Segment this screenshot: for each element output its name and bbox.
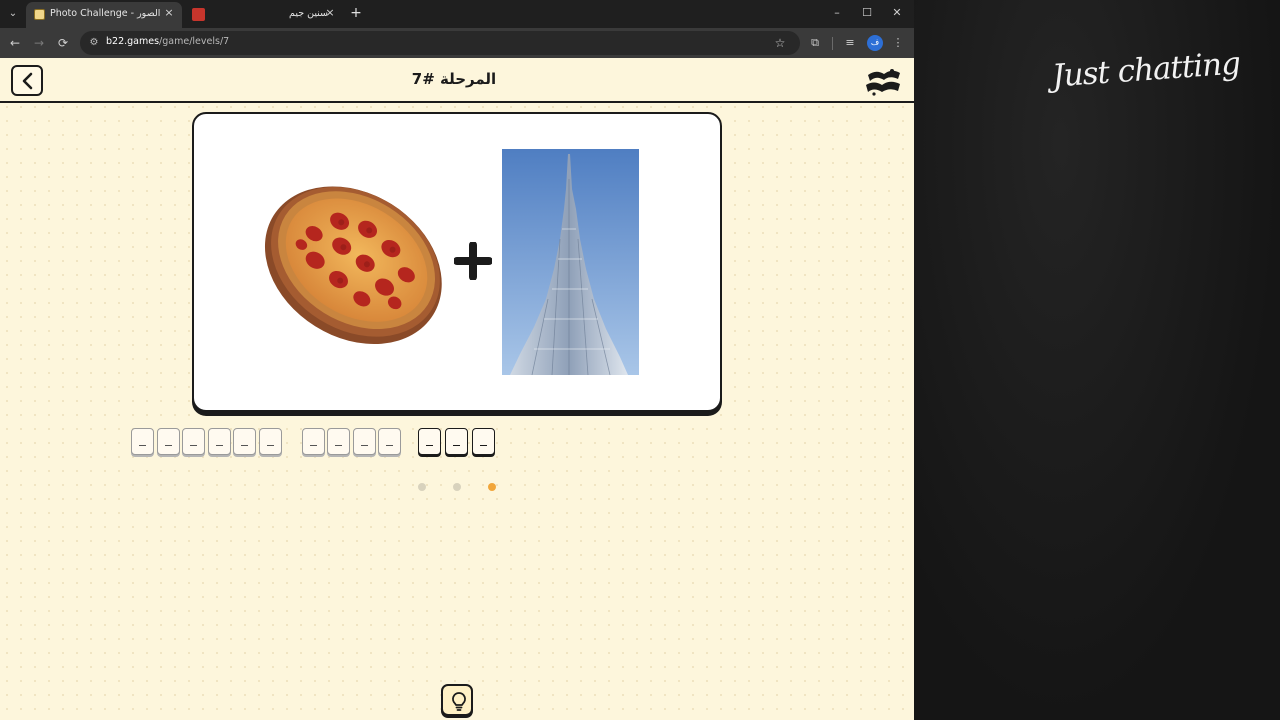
letter-slot[interactable]	[353, 428, 376, 455]
letter-slot[interactable]	[182, 428, 205, 455]
window-close-icon[interactable]: ✕	[886, 4, 908, 22]
letter-slot[interactable]	[472, 428, 495, 455]
letter-slot[interactable]	[208, 428, 231, 455]
back-button[interactable]	[11, 65, 43, 96]
letter-slot[interactable]	[378, 428, 401, 455]
letter-slot[interactable]	[259, 428, 282, 455]
tab-search-chevron-icon[interactable]: ⌄	[4, 5, 22, 23]
plus-icon	[454, 242, 492, 280]
extensions-icon[interactable]: ⧉	[806, 34, 824, 52]
site-info-icon[interactable]: ⚙	[87, 36, 101, 50]
clue-card	[192, 112, 722, 412]
address-bar[interactable]: ⚙ b22.games/game/levels/7 ☆	[80, 31, 800, 55]
browser-toolbar: ← → ⟳ ⚙ b22.games/game/levels/7 ☆ ⧉ ≡ ف …	[0, 28, 914, 58]
browser-menu-icon[interactable]: ⋮	[889, 34, 907, 52]
just-chatting-label: Just chatting	[1050, 45, 1242, 95]
letter-slot[interactable]	[233, 428, 256, 455]
burj-khalifa-image	[502, 149, 639, 375]
minimize-icon[interactable]: –	[826, 4, 848, 22]
tab-photo-challenge[interactable]: Photo Challenge - تحدي الصور ×	[26, 2, 182, 28]
progress-dot-current	[488, 483, 496, 491]
toolbar-separator	[832, 37, 833, 50]
favicon-icon	[34, 9, 45, 20]
tab-sneen-game[interactable]: سنين جيم ×	[184, 2, 344, 28]
game-page: المرحلة #7	[0, 58, 914, 720]
game-logo[interactable]	[862, 65, 904, 97]
letter-slot[interactable]	[157, 428, 180, 455]
tab-title: سنين جيم	[289, 8, 329, 19]
reload-icon[interactable]: ⟳	[54, 34, 72, 52]
progress-dot	[453, 483, 461, 491]
lightbulb-icon	[452, 692, 466, 711]
game-header: المرحلة #7	[0, 58, 914, 103]
screen: ⌄ Photo Challenge - تحدي الصور × سنين جي…	[0, 0, 1280, 720]
favicon-icon	[192, 8, 205, 21]
browser-window: ⌄ Photo Challenge - تحدي الصور × سنين جي…	[0, 0, 914, 720]
url-text[interactable]: b22.games/game/levels/7	[106, 36, 229, 47]
back-arrow-icon[interactable]: ←	[6, 34, 24, 52]
forward-arrow-icon[interactable]: →	[30, 34, 48, 52]
letter-slot[interactable]	[302, 428, 325, 455]
tab-bar: ⌄ Photo Challenge - تحدي الصور × سنين جي…	[0, 0, 914, 28]
new-tab-icon[interactable]: +	[348, 5, 364, 21]
profile-avatar[interactable]: ف	[867, 35, 883, 51]
level-title: المرحلة #7	[411, 70, 497, 88]
url-host: b22.games	[106, 36, 160, 47]
tab-close-icon[interactable]: ×	[163, 7, 175, 19]
letter-slot[interactable]	[418, 428, 441, 455]
url-path: /game/levels/7	[159, 36, 230, 47]
letter-slot[interactable]	[445, 428, 468, 455]
pizza-image	[264, 186, 442, 345]
letter-slot[interactable]	[327, 428, 350, 455]
logo-icon	[866, 69, 900, 96]
reading-list-icon[interactable]: ≡	[841, 34, 859, 52]
progress-dot	[418, 483, 426, 491]
tab-close-icon[interactable]: ×	[324, 7, 336, 19]
stream-overlay-panel: Just chatting	[914, 0, 1280, 720]
answer-slots	[0, 428, 914, 458]
bookmark-star-icon[interactable]: ☆	[772, 35, 788, 51]
chevron-left-icon	[22, 72, 33, 90]
maximize-icon[interactable]: ☐	[856, 4, 878, 22]
tab-title: Photo Challenge - تحدي الصور	[50, 8, 162, 19]
letter-slot[interactable]	[131, 428, 154, 455]
hint-button[interactable]	[441, 684, 473, 716]
